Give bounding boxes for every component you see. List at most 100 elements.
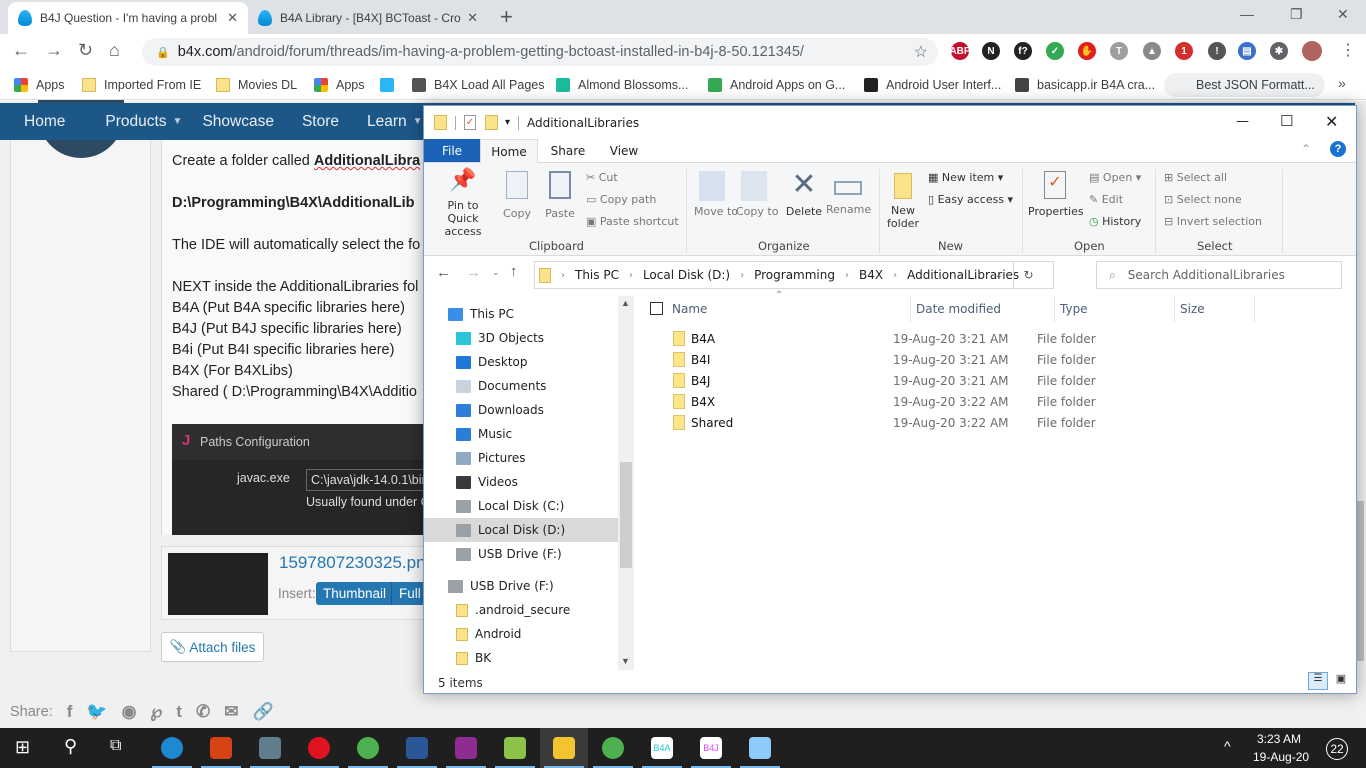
nav-store[interactable]: Store xyxy=(302,113,339,131)
breadcrumb-item[interactable]: B4X xyxy=(859,268,883,282)
copy-button[interactable]: Copy xyxy=(502,167,532,220)
rename-button[interactable]: Rename xyxy=(826,167,871,216)
eagle-icon[interactable]: ! xyxy=(1208,42,1226,60)
attach-files-button[interactable]: 📎 Attach files xyxy=(161,632,264,662)
pinterest-icon[interactable]: ℘ xyxy=(150,702,162,722)
nav-item[interactable]: Documents xyxy=(424,374,618,398)
show-hidden-icons[interactable]: ^ xyxy=(1224,738,1231,754)
taskbar-app-notepad[interactable] xyxy=(491,728,539,768)
nav-item[interactable]: This PC xyxy=(424,302,618,326)
facebook-icon[interactable]: f xyxy=(67,702,73,722)
search-icon[interactable]: ⚲ xyxy=(64,736,77,757)
adblock-plus-icon[interactable]: ABP xyxy=(949,42,971,60)
bookmark-item[interactable]: Apps xyxy=(314,76,365,94)
customize-qat-icon[interactable]: ▾ xyxy=(505,117,510,128)
close-button[interactable]: ✕ xyxy=(1325,112,1338,131)
properties-quick-icon[interactable]: ✓ xyxy=(464,115,476,130)
select-all-button[interactable]: ⊞ Select all xyxy=(1164,171,1227,184)
taskbar-app-b4a[interactable]: B4A xyxy=(638,728,686,768)
nav-item[interactable]: Music xyxy=(424,422,618,446)
notion-icon[interactable]: N xyxy=(982,42,1000,60)
copy-to-button[interactable]: Copy to xyxy=(736,167,778,218)
forward-button[interactable]: → xyxy=(45,40,63,61)
translate-icon[interactable]: T xyxy=(1110,42,1128,60)
nav-item[interactable]: Local Disk (D:) xyxy=(424,518,618,542)
ribbon-tab-file[interactable]: File xyxy=(424,139,480,162)
bookmark-item[interactable]: Best JSON Formatt... xyxy=(1164,73,1325,97)
cut-button[interactable]: ✂ Cut xyxy=(586,171,618,184)
nav-item[interactable]: 3D Objects xyxy=(424,326,618,350)
nav-item[interactable]: Videos xyxy=(424,470,618,494)
explorer-address-bar[interactable]: › This PC › Local Disk (D:) › Programming ›… xyxy=(534,261,1054,289)
notification-center-badge[interactable]: 22 xyxy=(1326,738,1348,760)
select-none-button[interactable]: ⊡ Select none xyxy=(1164,193,1242,206)
forward-button[interactable]: → xyxy=(466,264,481,281)
nav-item[interactable]: Pictures xyxy=(424,446,618,470)
breadcrumb-item[interactable]: Local Disk (D:) xyxy=(643,268,730,282)
open-button[interactable]: ▤ Open ▾ xyxy=(1089,171,1141,184)
new-item-button[interactable]: ▦ New item ▾ xyxy=(928,171,1003,184)
home-button[interactable]: ⌂ xyxy=(109,40,120,61)
attachment-filename[interactable]: 1597807230325.png xyxy=(279,553,435,573)
restore-button[interactable]: ❐ xyxy=(1290,6,1303,23)
file-row[interactable]: Shared 19-Aug-20 3:22 AM File folder xyxy=(664,412,1104,433)
column-header-size[interactable]: Size xyxy=(1180,302,1205,316)
back-button[interactable]: ← xyxy=(436,264,451,281)
more-bookmarks-button[interactable]: » xyxy=(1338,75,1346,91)
nav-item[interactable]: USB Drive (F:) xyxy=(424,574,618,598)
ribbon-tab-share[interactable]: Share xyxy=(542,139,594,162)
bookmark-item[interactable] xyxy=(380,76,402,94)
taskbar-app-pdf-tool[interactable] xyxy=(442,728,490,768)
bookmark-item[interactable]: Apps xyxy=(14,76,65,94)
whatsapp-icon[interactable]: ✆ xyxy=(196,702,210,722)
address-dropdown-icon[interactable]: ⌄ xyxy=(995,270,1003,281)
task-view-icon[interactable]: ⧉ xyxy=(110,737,121,755)
column-header-type[interactable]: Type xyxy=(1060,302,1088,316)
minimize-button[interactable]: — xyxy=(1240,6,1254,22)
new-folder-quick-icon[interactable] xyxy=(485,115,498,130)
taskbar-app-word[interactable] xyxy=(393,728,441,768)
select-all-checkbox[interactable] xyxy=(650,302,663,315)
taskbar-app-ccleaner[interactable] xyxy=(197,728,245,768)
twitter-icon[interactable]: 🐦 xyxy=(86,702,107,722)
taskbar-app-b4j[interactable]: B4J xyxy=(687,728,735,768)
new-tab-button[interactable]: + xyxy=(500,4,513,30)
pin-quick-access-button[interactable]: 📌 Pin to Quick access xyxy=(432,167,494,238)
details-view-button[interactable]: ☰ xyxy=(1308,672,1328,690)
help-icon[interactable]: ? xyxy=(1330,141,1346,157)
breadcrumb-item[interactable]: Programming xyxy=(754,268,835,282)
nav-item[interactable]: BK xyxy=(424,646,618,670)
email-icon[interactable]: ✉ xyxy=(224,702,238,722)
start-windows-icon[interactable]: ⊞ xyxy=(15,737,30,758)
drive-icon[interactable]: ▲ xyxy=(1143,42,1161,60)
nav-item[interactable]: Android xyxy=(424,622,618,646)
nav-home[interactable]: Home xyxy=(24,113,65,131)
properties-button[interactable]: ✓ Properties xyxy=(1028,167,1084,218)
taskbar-app-opera[interactable] xyxy=(295,728,343,768)
close-window-button[interactable]: ✕ xyxy=(1337,6,1349,23)
reddit-icon[interactable]: ◉ xyxy=(122,702,137,722)
profile-avatar[interactable] xyxy=(1302,41,1322,61)
font-identifier-icon[interactable]: f? xyxy=(1014,42,1032,60)
taskbar-app-edge[interactable] xyxy=(148,728,196,768)
paste-shortcut-button[interactable]: ▣ Paste shortcut xyxy=(586,215,679,228)
delete-button[interactable]: ✕ Delete xyxy=(784,167,824,218)
clock-time[interactable]: 3:23 AM xyxy=(1257,732,1301,746)
column-header-date[interactable]: Date modified xyxy=(916,302,1001,316)
paste-button[interactable]: Paste xyxy=(544,167,576,220)
attachment-thumbnail[interactable] xyxy=(168,553,268,615)
taskbar-app-paint[interactable] xyxy=(736,728,784,768)
ribbon-tab-view[interactable]: View xyxy=(598,139,650,162)
nav-item[interactable]: USB Drive (F:) xyxy=(424,542,618,566)
edit-button[interactable]: ✎ Edit xyxy=(1089,193,1123,206)
file-row[interactable]: B4J 19-Aug-20 3:21 AM File folder xyxy=(664,370,1104,391)
nav-item[interactable]: Desktop xyxy=(424,350,618,374)
recent-locations-icon[interactable]: ⌄ xyxy=(492,267,500,278)
cookie-block-icon[interactable]: 1 xyxy=(1175,42,1193,60)
file-row[interactable]: B4A 19-Aug-20 3:21 AM File folder xyxy=(664,328,1104,349)
bookmark-item[interactable]: B4X Load All Pages xyxy=(412,76,545,94)
taskbar-app-chrome[interactable] xyxy=(589,728,637,768)
nav-pane-scrollbar[interactable]: ▲ ▼ xyxy=(618,296,634,670)
bookmark-star-icon[interactable]: ☆ xyxy=(914,42,928,62)
maximize-button[interactable]: ☐ xyxy=(1280,112,1293,130)
